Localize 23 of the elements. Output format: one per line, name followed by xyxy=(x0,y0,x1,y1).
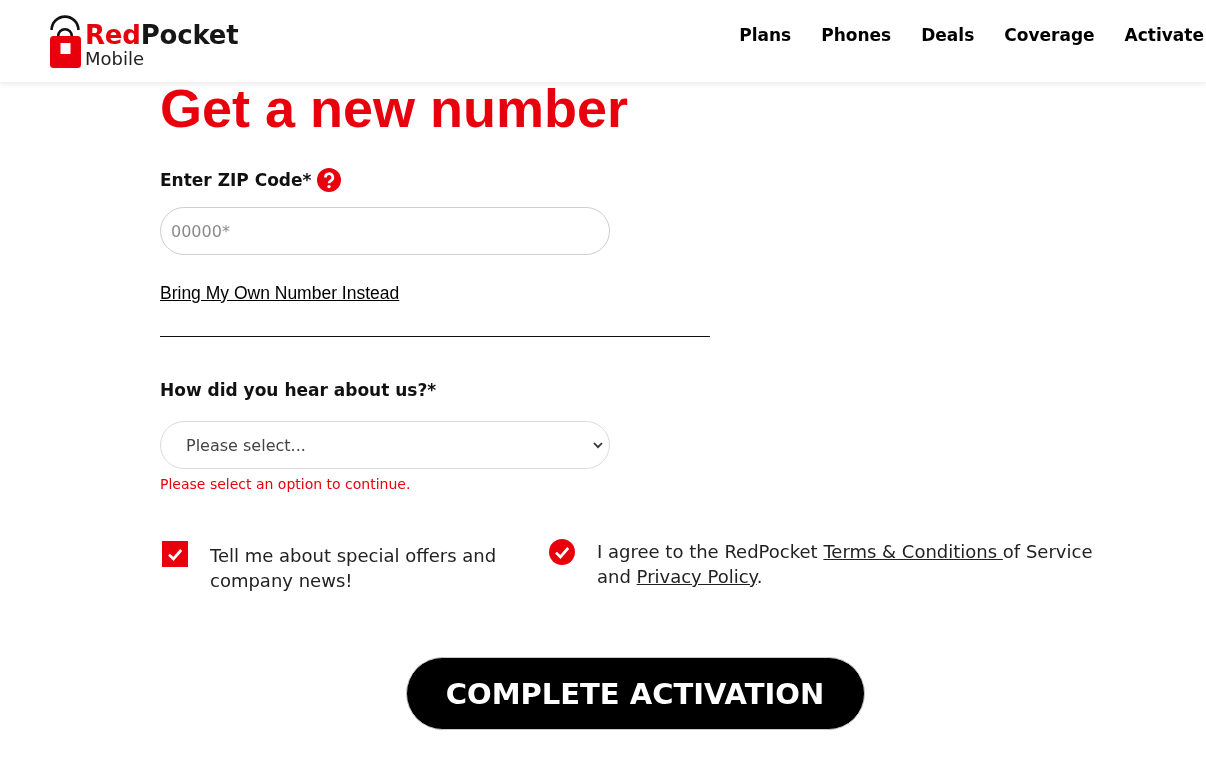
nav-link[interactable]: Activate xyxy=(1124,25,1204,45)
nav-link[interactable]: Deals xyxy=(921,25,975,45)
chevron-down-icon xyxy=(593,441,603,449)
consent-link[interactable]: Privacy Policy xyxy=(636,566,757,587)
consent-text: Tell me about special offers and company news! xyxy=(210,544,498,593)
consent-text: I agree to the RedPocket Terms & Conditions of Service and Privacy Policy. xyxy=(597,540,1094,589)
brand-tagline: Mobile xyxy=(85,49,145,69)
nav-link[interactable]: Phones xyxy=(821,25,892,45)
error-message: Please select an option to continue. xyxy=(160,476,411,492)
page-title: Get a new number xyxy=(160,81,629,135)
field-label: How did you hear about us?* xyxy=(160,379,437,400)
nav-link[interactable]: Coverage xyxy=(1004,25,1095,45)
complete-activation-button[interactable]: COMPLETE ACTIVATION xyxy=(405,657,865,730)
zip-input[interactable]: 00000* xyxy=(160,207,610,255)
checkbox[interactable] xyxy=(162,541,188,567)
bring-own-number-link[interactable]: Bring My Own Number Instead xyxy=(160,283,400,303)
round-checkbox[interactable] xyxy=(549,539,575,565)
nav-link[interactable]: Plans xyxy=(739,25,792,45)
field-label: Enter ZIP Code* xyxy=(160,169,312,190)
brand-name: RedPocket xyxy=(85,22,239,49)
consent-link[interactable]: Terms & Conditions xyxy=(823,541,1003,562)
help-icon[interactable] xyxy=(317,167,342,192)
referral-select[interactable]: Please select... xyxy=(160,421,610,469)
